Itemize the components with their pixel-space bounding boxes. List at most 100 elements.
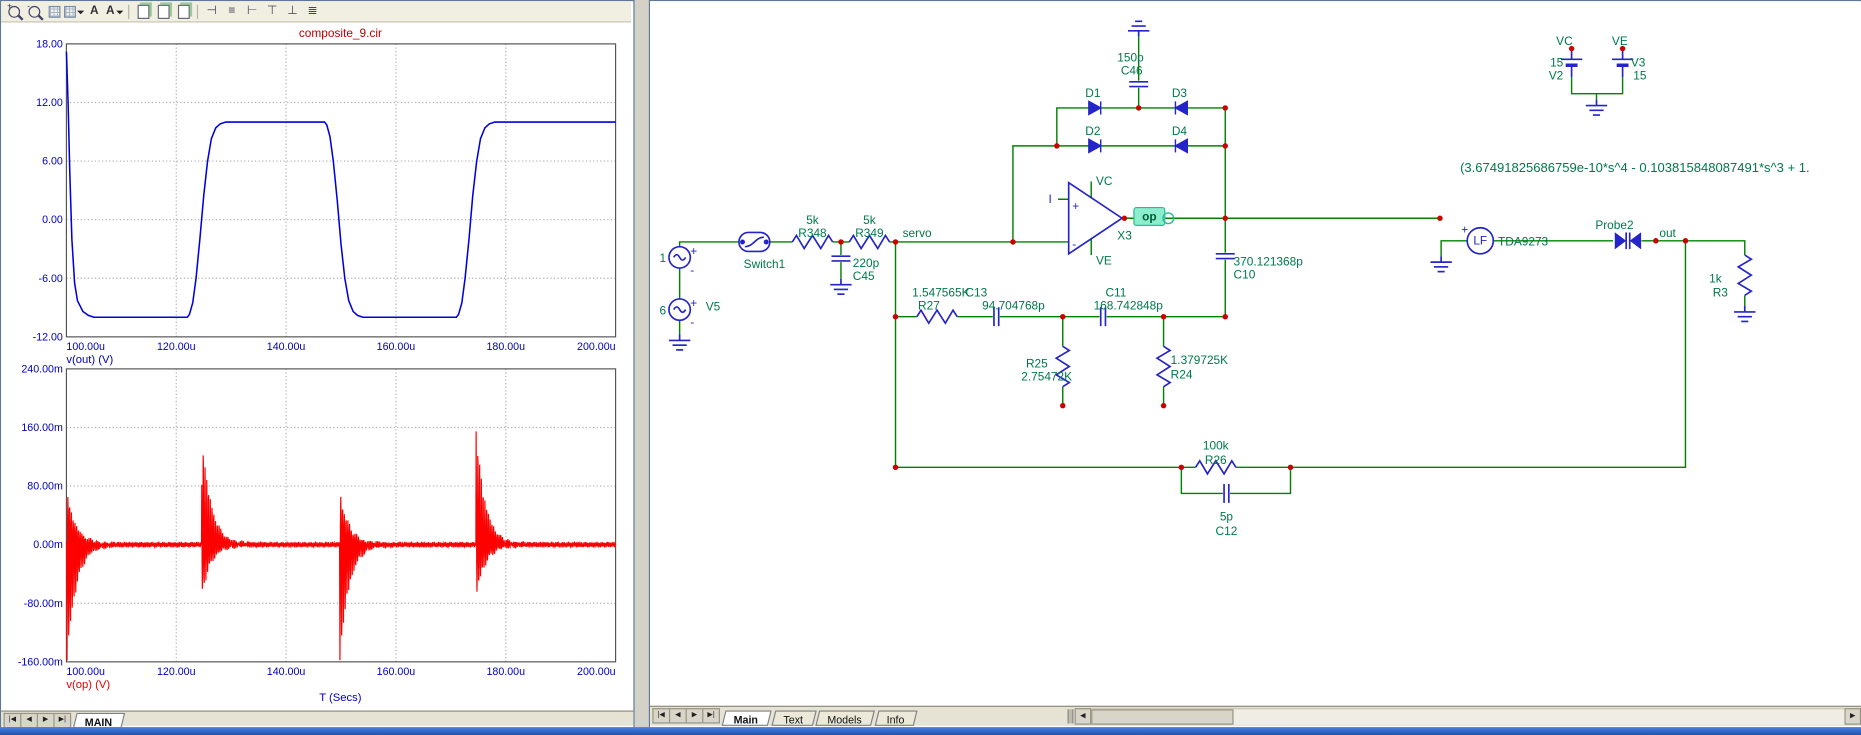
label-c46[interactable]: C46 <box>1121 64 1143 78</box>
label-opamp-vc[interactable]: VC <box>1096 174 1113 188</box>
label-r349-value[interactable]: 5k <box>863 213 876 227</box>
label-r27[interactable]: R27 <box>918 299 940 313</box>
label-r348-value[interactable]: 5k <box>806 213 819 227</box>
page-nav-prev-button[interactable]: ◀ <box>668 708 686 724</box>
scroll-left-button[interactable]: ◀ <box>1074 708 1092 725</box>
vout-trace-label[interactable]: v(out) (V) <box>66 354 113 366</box>
page-nav-last-button[interactable]: ▶| <box>53 712 72 729</box>
diode-d3[interactable] <box>1174 100 1189 116</box>
label-r24-value[interactable]: 1.379725K <box>1171 353 1228 367</box>
page-nav-prev-button[interactable]: ◀ <box>20 712 37 729</box>
capacitor-c10[interactable] <box>1214 252 1236 260</box>
label-x3[interactable]: X3 <box>1117 229 1132 243</box>
text-tool-button[interactable]: A <box>84 2 104 20</box>
tab-info[interactable]: Info <box>874 710 918 726</box>
label-d4[interactable]: D4 <box>1172 124 1188 138</box>
zoom-out-button[interactable]: - <box>24 2 44 20</box>
probe2-symbol[interactable] <box>1614 232 1642 250</box>
label-c45[interactable]: C45 <box>853 269 875 283</box>
label-opamp-ve[interactable]: VE <box>1096 254 1112 268</box>
label-r25[interactable]: R25 <box>1026 357 1048 371</box>
save-picture-button[interactable] <box>173 2 193 20</box>
copy-page-button[interactable] <box>153 2 173 20</box>
battery-v2[interactable] <box>1559 46 1585 79</box>
scrollbar-thumb[interactable] <box>1091 709 1234 725</box>
page-nav-next-button[interactable]: ▶ <box>685 708 703 724</box>
vout-plot[interactable]: 100.00u 120.00u 140.00u 160.00u 180.00u 200.0… <box>33 38 617 353</box>
label-c10[interactable]: C10 <box>1234 268 1256 282</box>
vop-trace-label[interactable]: v(op) (V) <box>66 679 110 691</box>
label-r24[interactable]: R24 <box>1171 367 1193 381</box>
label-v3[interactable]: V3 <box>1631 55 1646 69</box>
label-r3-value[interactable]: 1k <box>1709 271 1722 285</box>
vop-plot[interactable]: 100.00u 120.00u 140.00u 160.00u 180.00u 200.0… <box>18 363 617 678</box>
label-c10-value[interactable]: 370.121368p <box>1234 255 1304 269</box>
page-nav-next-button[interactable]: ▶ <box>36 712 54 729</box>
diode-d4[interactable] <box>1174 138 1189 154</box>
opamp-x3[interactable]: + - <box>1067 181 1124 256</box>
label-r26[interactable]: R26 <box>1205 453 1227 467</box>
label-tda9273[interactable]: TDA9273 <box>1498 235 1549 249</box>
tab-models[interactable]: Models <box>815 710 875 726</box>
label-v2[interactable]: V2 <box>1549 68 1564 82</box>
label-c12-value[interactable]: 5p <box>1220 510 1234 524</box>
align-bottom-button[interactable]: ⊥ <box>282 2 302 20</box>
wires[interactable] <box>678 36 1746 495</box>
label-vc-rail[interactable]: VC <box>1556 34 1573 48</box>
label-c11-value[interactable]: 168.742848p <box>1094 299 1164 313</box>
label-c12[interactable]: C12 <box>1216 524 1238 538</box>
capacitor-c12[interactable] <box>1223 483 1230 504</box>
copy-to-clipboard-button[interactable] <box>133 2 153 20</box>
label-r25-value[interactable]: 2.75472K <box>1021 370 1072 384</box>
select-mode-button[interactable] <box>44 2 64 20</box>
text-format-button[interactable]: A <box>104 2 124 20</box>
align-center-button[interactable]: ≡ <box>222 2 242 20</box>
label-v2-value[interactable]: 15 <box>1550 55 1564 69</box>
label-v5-pin1[interactable]: 1 <box>659 251 666 265</box>
plot-client-area[interactable]: composite_9.cir 100.00u 120.00u 140.00u 160… <box>1 22 632 711</box>
label-out-node[interactable]: out <box>1659 226 1676 240</box>
resistor-r24[interactable] <box>1156 345 1171 388</box>
capacitor-c46[interactable] <box>1128 81 1149 88</box>
align-top-button[interactable]: ⊤ <box>262 2 282 20</box>
label-r27-value[interactable]: 1.547565K <box>912 286 969 300</box>
label-d1[interactable]: D1 <box>1085 86 1101 100</box>
diode-d1[interactable] <box>1088 100 1102 116</box>
label-v3-value[interactable]: 15 <box>1633 68 1647 82</box>
distribute-button[interactable]: ≣ <box>302 2 322 20</box>
label-switch1[interactable]: Switch1 <box>744 257 786 271</box>
capacitor-c45[interactable] <box>830 255 852 262</box>
resistor-r3[interactable] <box>1737 254 1753 297</box>
label-c46-value[interactable]: 150p <box>1117 51 1144 65</box>
label-d2[interactable]: D2 <box>1085 124 1100 138</box>
label-c45-value[interactable]: 220p <box>853 256 880 270</box>
tab-text[interactable]: Text <box>770 710 816 726</box>
page-nav-first-button[interactable]: |◀ <box>3 712 21 729</box>
schematic-canvas[interactable]: + - + LF op 1 6 V5 Switch1 5k R348 5k R3… <box>649 1 1860 706</box>
label-c11[interactable]: C11 <box>1105 286 1126 300</box>
source-v5-sin-a[interactable] <box>668 245 692 269</box>
label-r3[interactable]: R3 <box>1713 286 1729 300</box>
page-nav-first-button[interactable]: |◀ <box>652 708 669 724</box>
label-r349[interactable]: R349 <box>855 226 884 240</box>
label-v5[interactable]: V5 <box>706 300 721 314</box>
source-v5-sin-b[interactable] <box>668 298 692 322</box>
label-r348[interactable]: R348 <box>798 226 827 240</box>
align-right-button[interactable]: ⊢ <box>242 2 262 20</box>
scrollbar-track[interactable] <box>1091 708 1845 725</box>
diode-d2[interactable] <box>1088 138 1102 154</box>
op-node-highlight[interactable]: op <box>1133 206 1175 226</box>
page-nav-last-button[interactable]: ▶| <box>702 708 720 724</box>
laplace-source-tda9273[interactable]: + LF <box>1461 223 1495 255</box>
grid-options-button[interactable] <box>64 2 85 20</box>
label-d3[interactable]: D3 <box>1172 86 1188 100</box>
label-v5-pin6[interactable]: 6 <box>659 303 666 317</box>
zoom-in-button[interactable]: + <box>4 2 24 20</box>
tab-scroll-splitter[interactable] <box>1067 709 1074 724</box>
align-left-button[interactable]: ⊣ <box>202 2 222 20</box>
label-r26-value[interactable]: 100k <box>1203 439 1229 453</box>
label-servo-node[interactable]: servo <box>903 226 932 240</box>
label-ve-rail[interactable]: VE <box>1612 34 1628 48</box>
label-c13-value[interactable]: 94.704768p <box>982 299 1045 313</box>
transfer-function-text[interactable]: (3.67491825686759e-10*s^4 - 0.1038158480… <box>1460 160 1810 175</box>
